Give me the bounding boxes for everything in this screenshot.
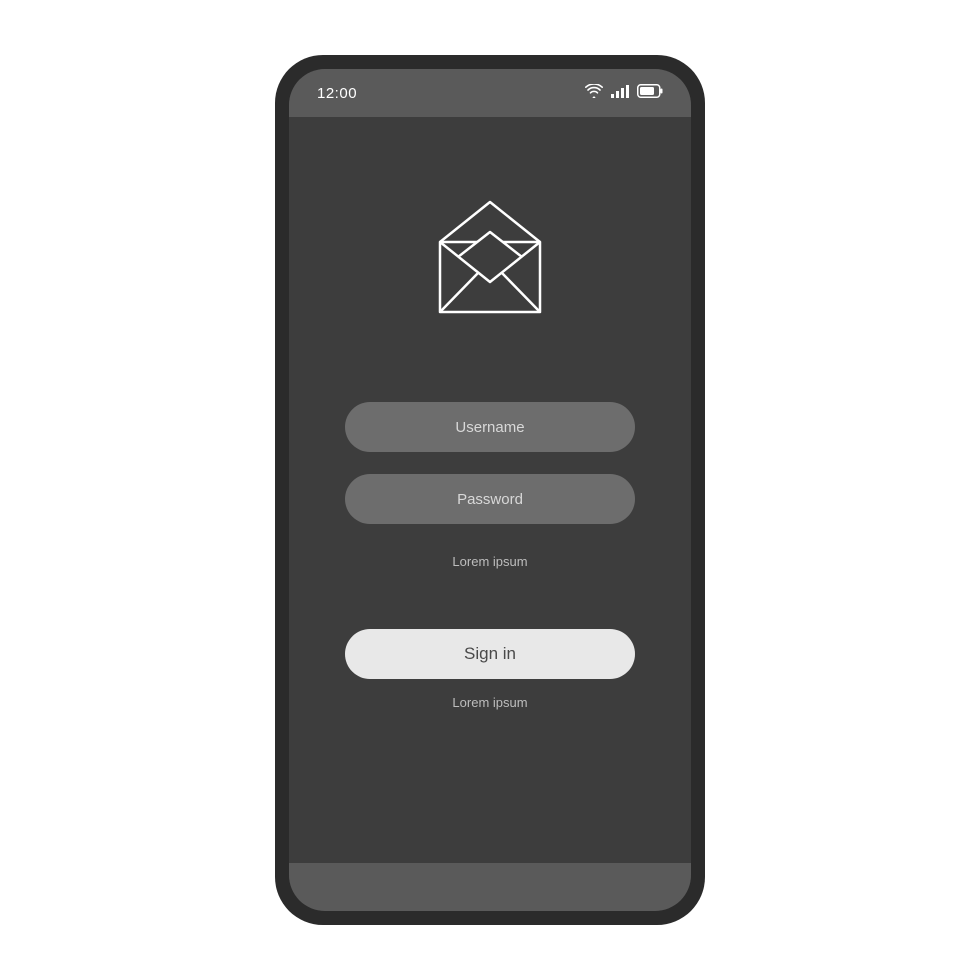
- forgot-helper-text[interactable]: Lorem ipsum: [452, 554, 527, 569]
- battery-icon: [637, 84, 663, 102]
- status-time: 12:00: [317, 85, 357, 102]
- status-bar: 12:00: [289, 69, 691, 117]
- status-indicators: [585, 84, 663, 102]
- username-input[interactable]: [345, 402, 635, 452]
- wifi-icon: [585, 84, 603, 102]
- signup-helper-text[interactable]: Lorem ipsum: [452, 695, 527, 710]
- phone-frame: 12:00: [275, 55, 705, 925]
- envelope-open-icon: [420, 187, 560, 332]
- bottom-bar: [289, 863, 691, 911]
- signal-icon: [611, 84, 629, 102]
- signin-button[interactable]: Sign in: [345, 629, 635, 679]
- login-content: Lorem ipsum Sign in Lorem ipsum: [289, 117, 691, 863]
- phone-screen: 12:00: [289, 69, 691, 911]
- password-input[interactable]: [345, 474, 635, 524]
